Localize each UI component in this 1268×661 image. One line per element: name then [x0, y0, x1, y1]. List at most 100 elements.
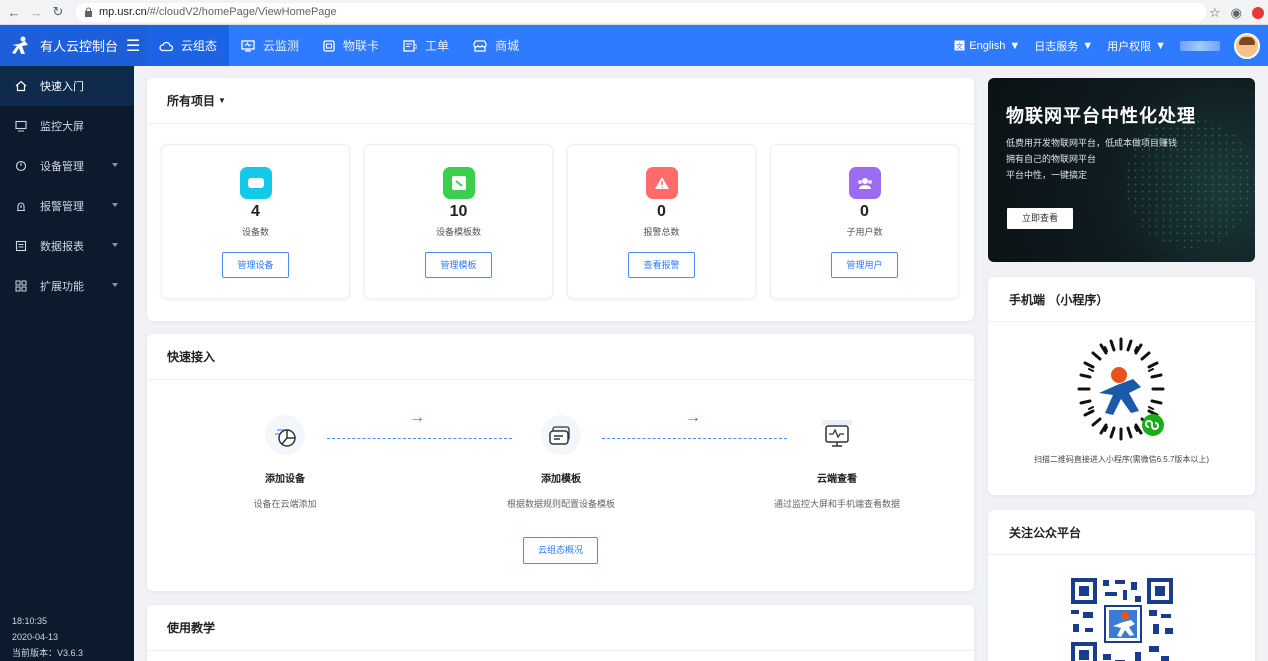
app-header: 有人云控制台 ☰ 云组态 云监测 物联卡 工单 商城 文 English ▼ 日…: [0, 25, 1268, 66]
banner-line: 平台中性，一键搞定: [1006, 170, 1088, 180]
sim-card-icon: [323, 39, 335, 52]
step-desc: 通过监控大屏和手机端查看数据: [773, 499, 900, 509]
sidebar-item-label: 快速入门: [40, 81, 84, 93]
stat-label: 报警总数: [643, 227, 680, 237]
home-icon: [14, 79, 28, 93]
stat-label: 设备模板数: [435, 227, 481, 237]
caret-down-icon: ▼: [1155, 39, 1166, 52]
stat-value: 0: [860, 203, 869, 220]
sidebar-item-label: 报警管理: [40, 201, 84, 213]
nav-label: 物联卡: [343, 39, 380, 53]
stat-value: 10: [449, 203, 468, 220]
manage-templates-button[interactable]: 管理模板: [425, 252, 492, 278]
sidebar-item-quick-start[interactable]: 快速入门: [0, 66, 134, 106]
view-alarms-button[interactable]: 查看报警: [628, 252, 695, 278]
browser-toolbar: ← → ↻ mp.usr.cn/#/cloudV2/homePage/ViewH…: [0, 0, 1268, 25]
stat-label: 设备数: [241, 227, 269, 237]
url-path: /#/cloudV2/homePage/ViewHomePage: [146, 6, 337, 18]
sidebar-item-alarm-mgmt[interactable]: 报警管理: [0, 186, 134, 226]
arrow-right-icon: →: [409, 409, 425, 426]
brand-title: 有人云控制台: [40, 39, 119, 54]
username-redacted[interactable]: [1180, 40, 1220, 51]
translate-icon: 文: [954, 40, 965, 51]
caret-down-icon: [112, 203, 118, 207]
url-host: mp.usr.cn: [99, 6, 147, 18]
user-permission-label: 用户权限: [1107, 40, 1152, 53]
reload-icon[interactable]: ↻: [50, 4, 66, 20]
manage-devices-button[interactable]: 管理设备: [222, 252, 289, 278]
forward-icon[interactable]: →: [28, 5, 44, 20]
sidebar-item-monitor-screen[interactable]: 监控大屏: [0, 106, 134, 146]
view-now-button[interactable]: 立即查看: [1007, 208, 1073, 229]
qr-caption: 扫描二维码直接进入小程序(需微信6.5.7版本以上): [1033, 455, 1210, 464]
cloud-overview-button[interactable]: 云组态概况: [523, 537, 598, 564]
back-icon[interactable]: ←: [6, 5, 22, 20]
nav-label: 工单: [425, 39, 450, 53]
brand: 有人云控制台 ☰: [0, 25, 147, 66]
nav-item-iot-card[interactable]: 物联卡: [311, 25, 391, 66]
template-icon: [442, 167, 475, 199]
step-title: 添加模板: [541, 474, 581, 485]
clock-time: 18:10:35: [12, 616, 48, 626]
report-icon: [14, 239, 28, 253]
lock-icon: [85, 7, 92, 17]
bookmark-star-icon[interactable]: ☆: [1209, 5, 1221, 21]
sidebar-item-label: 监控大屏: [40, 121, 84, 133]
log-service-dropdown[interactable]: 日志服务 ▼: [1034, 38, 1093, 54]
banner-description: 低费用开发物联网平台，低成本做项目赚钱 拥有自己的物联网平台 平台中性，一键搞定: [1006, 135, 1177, 183]
banner-line: 低费用开发物联网平台，低成本做项目赚钱: [1006, 138, 1178, 148]
manage-users-button[interactable]: 管理用户: [831, 252, 898, 278]
mobile-title: 手机端 （小程序）: [988, 277, 1255, 322]
promo-banner: 物联网平台中性化处理 低费用开发物联网平台，低成本做项目赚钱 拥有自己的物联网平…: [988, 78, 1255, 262]
miniprogram-qr-code[interactable]: [1063, 335, 1179, 449]
stat-subusers: 0 子用户数 管理用户: [770, 144, 959, 299]
nav-item-cloud-monitor[interactable]: 云监测: [229, 25, 311, 66]
extension-icon: [14, 279, 28, 293]
stat-value: 4: [251, 203, 260, 220]
nav-item-ticket[interactable]: 工单: [391, 25, 461, 66]
cloud-view-icon: [814, 412, 860, 458]
caret-down-icon: [112, 243, 118, 247]
sidebar-item-device-mgmt[interactable]: 设备管理: [0, 146, 134, 186]
address-bar[interactable]: mp.usr.cn/#/cloudV2/homePage/ViewHomePag…: [76, 2, 1206, 22]
menu-toggle-icon[interactable]: ☰: [126, 36, 140, 56]
caret-down-icon: ▼: [218, 96, 226, 105]
users-icon: [848, 167, 881, 199]
wechat-qr-code[interactable]: [1069, 576, 1175, 661]
nav-label: 商城: [495, 39, 520, 53]
step-title: 添加设备: [265, 474, 305, 485]
banner-line: 拥有自己的物联网平台: [1006, 154, 1097, 164]
device-icon: [14, 159, 28, 173]
user-permission-dropdown[interactable]: 用户权限 ▼: [1107, 38, 1166, 54]
nav-item-cloud-config[interactable]: 云组态: [147, 25, 230, 66]
projects-title[interactable]: 所有项目 ▼: [147, 78, 974, 124]
profile-icon[interactable]: ◉: [1231, 5, 1242, 21]
stat-devices: 4 设备数 管理设备: [161, 144, 350, 299]
step-add-device: 添加设备 设备在云端添加: [175, 412, 395, 510]
add-device-icon: [262, 412, 308, 458]
header-right: 文 English ▼ 日志服务 ▼ 用户权限 ▼: [954, 25, 1260, 66]
svg-text:文: 文: [956, 42, 963, 51]
step-desc: 根据数据规则配置设备模板: [506, 499, 615, 509]
nav-item-store[interactable]: 商城: [461, 25, 531, 66]
step-add-template: 添加模板 根据数据规则配置设备模板: [451, 412, 671, 510]
avatar[interactable]: [1234, 32, 1260, 59]
version-text: 当前版本：V3.6.3: [12, 648, 84, 658]
projects-title-label: 所有项目: [167, 94, 216, 108]
mobile-miniprogram-card: 手机端 （小程序） 扫描二维码直接进入小程序(需微信6.5.7版本以上): [988, 277, 1255, 495]
step-cloud-view: 云端查看 通过监控大屏和手机端查看数据: [727, 412, 947, 510]
stat-templates: 10 设备模板数 管理模板: [364, 144, 553, 299]
sidebar-item-extensions[interactable]: 扩展功能: [0, 266, 134, 306]
sidebar-item-data-report[interactable]: 数据报表: [0, 226, 134, 266]
language-label: English: [969, 39, 1006, 52]
clock-date: 2020-04-13: [12, 632, 59, 642]
tutorial-card: 使用教学: [147, 605, 974, 661]
caret-down-icon: [112, 283, 118, 287]
sidebar-footer: 18:10:35 2020-04-13 当前版本：V3.6.3: [12, 613, 83, 661]
ticket-icon: [403, 39, 417, 52]
logo-icon: [12, 36, 28, 54]
extension-icon[interactable]: [1252, 6, 1264, 19]
language-dropdown[interactable]: 文 English ▼: [954, 40, 1020, 52]
main-nav: 云组态 云监测 物联卡 工单 商城: [147, 25, 531, 66]
store-icon: [473, 39, 487, 52]
